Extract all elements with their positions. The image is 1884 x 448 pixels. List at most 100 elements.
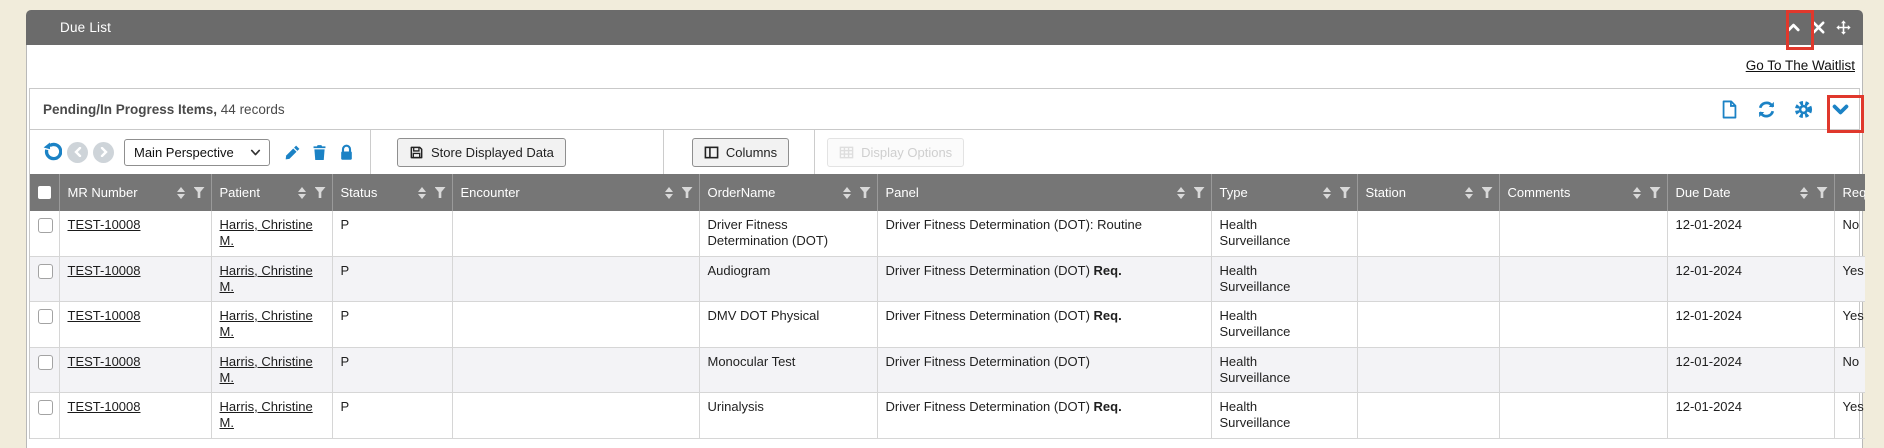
- prev-chevron-left-icon[interactable]: [67, 142, 88, 163]
- filter-icon[interactable]: [1817, 187, 1828, 198]
- store-button-label: Store Displayed Data: [431, 145, 554, 160]
- window-title: Due List: [60, 20, 111, 35]
- col-ordername[interactable]: OrderName: [699, 174, 877, 211]
- col-status[interactable]: Status: [332, 174, 452, 211]
- panel-req-flag: Req.: [1094, 263, 1122, 278]
- edit-pencil-icon[interactable]: [283, 143, 301, 161]
- order-name-value: Monocular Test: [708, 354, 796, 369]
- panel-value: Driver Fitness Determination (DOT): [886, 399, 1094, 414]
- status-value: P: [341, 217, 350, 232]
- due-date-value: 12-01-2024: [1676, 399, 1743, 414]
- perspective-value: Main Perspective: [134, 145, 234, 160]
- row-checkbox[interactable]: [38, 400, 53, 415]
- sort-icon[interactable]: [1465, 187, 1473, 199]
- sort-icon[interactable]: [177, 187, 185, 199]
- move-icon[interactable]: [1835, 20, 1851, 36]
- col-panel[interactable]: Panel: [877, 174, 1211, 211]
- mr-number-link[interactable]: TEST-10008: [68, 354, 141, 369]
- toolbar-divider: [814, 130, 815, 174]
- due-date-value: 12-01-2024: [1676, 217, 1743, 232]
- order-name-value: DMV DOT Physical: [708, 308, 820, 323]
- collapse-chevron-up-icon[interactable]: [1785, 20, 1801, 36]
- col-patient[interactable]: Patient: [211, 174, 332, 211]
- header-row: MR Number Patient Status Encounter Order…: [30, 174, 1865, 211]
- close-icon[interactable]: [1810, 20, 1826, 36]
- pending-items-section: Pending/In Progress Items, 44 records: [29, 88, 1860, 439]
- patient-link[interactable]: Harris, Christine M.: [220, 399, 313, 430]
- perspective-select[interactable]: Main Perspective: [124, 139, 270, 166]
- row-checkbox[interactable]: [38, 355, 53, 370]
- col-label: Patient: [220, 185, 260, 200]
- new-document-icon[interactable]: [1719, 99, 1739, 119]
- filter-icon[interactable]: [860, 187, 871, 198]
- filter-icon[interactable]: [435, 187, 446, 198]
- row-checkbox[interactable]: [38, 264, 53, 279]
- store-displayed-data-button[interactable]: Store Displayed Data: [397, 138, 566, 167]
- sort-icon[interactable]: [1323, 187, 1331, 199]
- order-name-value: Audiogram: [708, 263, 771, 278]
- filter-icon[interactable]: [1194, 187, 1205, 198]
- due-date-value: 12-01-2024: [1676, 308, 1743, 323]
- type-value: Health Surveillance: [1220, 263, 1316, 296]
- col-mr-number[interactable]: MR Number: [59, 174, 211, 211]
- col-req[interactable]: Req: [1834, 174, 1865, 211]
- columns-button[interactable]: Columns: [692, 138, 789, 167]
- filter-icon[interactable]: [1482, 187, 1493, 198]
- order-name-value: Urinalysis: [708, 399, 764, 414]
- patient-link[interactable]: Harris, Christine M.: [220, 308, 313, 339]
- sort-icon[interactable]: [843, 187, 851, 199]
- filter-icon[interactable]: [194, 187, 205, 198]
- sort-icon[interactable]: [1177, 187, 1185, 199]
- col-label: Encounter: [461, 185, 520, 200]
- req-value: Yes: [1843, 399, 1864, 414]
- gear-icon[interactable]: [1793, 99, 1813, 119]
- order-name-value: Driver Fitness Determination (DOT): [708, 217, 829, 248]
- display-options-label: Display Options: [861, 145, 952, 160]
- due-date-value: 12-01-2024: [1676, 354, 1743, 369]
- section-title: Pending/In Progress Items, 44 records: [43, 102, 285, 117]
- titlebar-actions: [1785, 10, 1851, 45]
- col-type[interactable]: Type: [1211, 174, 1357, 211]
- mr-number-link[interactable]: TEST-10008: [68, 308, 141, 323]
- select-all-checkbox[interactable]: [38, 186, 51, 199]
- expand-chevron-down-icon[interactable]: [1830, 99, 1850, 119]
- waitlist-row: Go To The Waitlist: [27, 45, 1862, 88]
- columns-button-label: Columns: [726, 145, 777, 160]
- sort-icon[interactable]: [298, 187, 306, 199]
- filter-icon[interactable]: [315, 187, 326, 198]
- refresh-icon[interactable]: [1756, 99, 1776, 119]
- col-station[interactable]: Station: [1357, 174, 1499, 211]
- col-due-date[interactable]: Due Date: [1667, 174, 1834, 211]
- select-all-header[interactable]: [30, 174, 59, 211]
- col-label: Status: [341, 185, 378, 200]
- col-comments[interactable]: Comments: [1499, 174, 1667, 211]
- mr-number-link[interactable]: TEST-10008: [68, 399, 141, 414]
- status-value: P: [341, 308, 350, 323]
- undo-icon[interactable]: [40, 141, 62, 163]
- sort-icon[interactable]: [1800, 187, 1808, 199]
- go-to-waitlist-link[interactable]: Go To The Waitlist: [1746, 58, 1855, 73]
- delete-trash-icon[interactable]: [310, 143, 328, 161]
- sort-icon[interactable]: [418, 187, 426, 199]
- patient-link[interactable]: Harris, Christine M.: [220, 354, 313, 385]
- row-checkbox[interactable]: [38, 218, 53, 233]
- mr-number-link[interactable]: TEST-10008: [68, 217, 141, 232]
- patient-link[interactable]: Harris, Christine M.: [220, 217, 313, 248]
- sort-icon[interactable]: [1633, 187, 1641, 199]
- record-count: 44 records: [217, 102, 285, 117]
- table-row: TEST-10008 Harris, Christine M. P Audiog…: [30, 256, 1865, 302]
- due-list-screen: { "colors":{"accent":"#1b82c5","titlebar…: [0, 0, 1884, 448]
- mr-number-link[interactable]: TEST-10008: [68, 263, 141, 278]
- col-encounter[interactable]: Encounter: [452, 174, 699, 211]
- patient-link[interactable]: Harris, Christine M.: [220, 263, 313, 294]
- sort-icon[interactable]: [665, 187, 673, 199]
- req-value: No: [1843, 354, 1860, 369]
- table-row: TEST-10008 Harris, Christine M. P Driver…: [30, 211, 1865, 256]
- lock-icon[interactable]: [337, 143, 355, 161]
- next-chevron-right-icon[interactable]: [93, 142, 114, 163]
- req-value: No: [1843, 217, 1860, 232]
- filter-icon[interactable]: [1650, 187, 1661, 198]
- row-checkbox[interactable]: [38, 309, 53, 324]
- filter-icon[interactable]: [1340, 187, 1351, 198]
- filter-icon[interactable]: [682, 187, 693, 198]
